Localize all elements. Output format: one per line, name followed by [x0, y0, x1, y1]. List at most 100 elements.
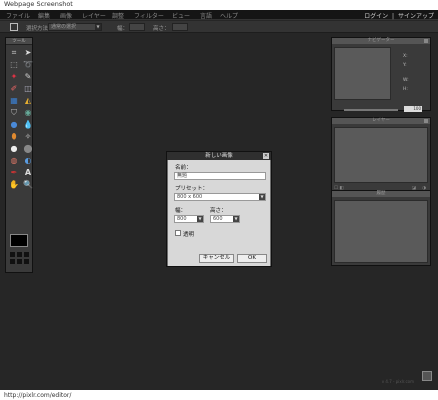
layers-title: レイヤー [332, 118, 430, 124]
dodge-icon[interactable]: ● [8, 143, 20, 154]
account-separator: | [392, 13, 395, 20]
width-input[interactable] [129, 23, 145, 31]
height-value: 600 [213, 216, 223, 222]
w-label: W: [403, 78, 409, 83]
history-list[interactable] [334, 200, 428, 263]
height-input[interactable] [172, 23, 188, 31]
quick-tools [10, 252, 29, 264]
account-links: ログイン | サインアップ [362, 11, 434, 20]
footer-url: http://pixlr.com/editor/ [4, 392, 72, 399]
history-panel: 履歴 [331, 190, 431, 266]
layers-list[interactable] [334, 127, 428, 183]
panel-toggle-icon[interactable] [424, 119, 428, 123]
menu-view[interactable]: ビュー [172, 11, 190, 20]
dialog-body: 名前： 無題 プリセット： 800 x 600 ▼ 幅： 800 ▼ 高さ： 6… [168, 160, 270, 266]
layers-panel: レイヤー ☐ ◧ ◪ ◑ [331, 117, 431, 193]
new-image-dialog: 新しい画像 ✕ 名前： 無題 プリセット： 800 x 600 ▼ 幅： 800… [166, 151, 272, 267]
fullscreen-icon[interactable] [422, 371, 432, 381]
menu-edit[interactable]: 編集 [38, 11, 50, 20]
crop-icon[interactable]: ⌗ [8, 47, 20, 58]
selection-mode-select[interactable]: 通常の選択 ▼ [48, 23, 102, 31]
transparent-checkbox[interactable] [175, 230, 181, 236]
name-input[interactable]: 無題 [174, 172, 266, 180]
chevron-down-icon: ▼ [197, 216, 203, 222]
preset-value: 800 x 600 [177, 194, 203, 200]
pinch-icon[interactable]: ◐ [22, 155, 34, 166]
menu-layer[interactable]: レイヤー [82, 11, 106, 20]
menu-image[interactable]: 画像 [60, 11, 72, 20]
bucket-icon[interactable]: ◭ [22, 95, 34, 106]
cancel-button[interactable]: キャンセル [199, 254, 234, 263]
dialog-title-text: 新しい画像 [205, 153, 233, 159]
preset-select[interactable]: 800 x 600 ▼ [174, 193, 266, 201]
eraser-icon[interactable]: ◫ [22, 83, 34, 94]
panel-toggle-icon[interactable] [424, 39, 428, 43]
drop-icon[interactable]: 💧 [22, 119, 34, 130]
height-label: 高さ： [153, 26, 170, 32]
selection-mode-value: 通常の選択 [51, 24, 77, 30]
width-label: 幅： [117, 26, 129, 32]
height-select[interactable]: 600 ▼ [210, 215, 240, 223]
ok-button[interactable]: OK [237, 254, 267, 263]
gradient-icon[interactable]: ▦ [8, 95, 20, 106]
editor-app: ファイル 編集 画像 レイヤー 調整 フィルター ビュー 言語 ヘルプ ログイン… [0, 10, 438, 390]
layers-title-text: レイヤー [372, 118, 390, 123]
bloat-icon[interactable]: ◍ [8, 155, 20, 166]
caption: Webpage Screenshot [4, 0, 73, 8]
menu-bar: ファイル 編集 画像 レイヤー 調整 フィルター ビュー 言語 ヘルプ ログイン… [0, 10, 438, 20]
color-replace-icon[interactable]: ✧ [22, 131, 34, 142]
options-bar: 選択方法 通常の選択 ▼ 幅： 高さ： [0, 21, 438, 33]
signup-link[interactable]: サインアップ [398, 13, 434, 20]
menu-help[interactable]: ヘルプ [220, 11, 238, 20]
chevron-down-icon: ▼ [233, 216, 239, 222]
quick-tool[interactable] [10, 252, 15, 257]
color-swatch[interactable] [10, 234, 28, 247]
chevron-down-icon: ▼ [95, 24, 101, 30]
chevron-down-icon: ▼ [259, 194, 265, 200]
move-icon[interactable]: ➤ [22, 47, 34, 58]
preset-label: プリセット： [175, 186, 209, 192]
quick-tool[interactable] [10, 259, 15, 264]
toolbox: ツール ⌗ ➤ ⬚ ➰ ✦ ✎ ✐ ◫ ▦ ◭ ⛉ ◉ ● 💧 ⬮ ✧ ● ⬤ … [5, 37, 33, 273]
brush-icon[interactable]: ✐ [8, 83, 20, 94]
pencil-icon[interactable]: ✎ [22, 71, 34, 82]
burn-icon[interactable]: ⬤ [22, 143, 34, 154]
lasso-icon[interactable]: ➰ [22, 59, 34, 70]
eyedropper-icon[interactable]: ✒ [8, 167, 20, 178]
transparent-label: 透明 [183, 232, 195, 238]
login-link[interactable]: ログイン [364, 13, 388, 20]
marquee-icon[interactable]: ⬚ [8, 59, 20, 70]
history-title-text: 履歴 [376, 191, 386, 196]
menu-adjustment[interactable]: 調整 [112, 11, 124, 20]
marquee-tool-icon[interactable] [10, 23, 18, 31]
navigator-coords: X: Y: W: H: [403, 52, 409, 94]
zoom-value[interactable]: 100 [404, 106, 422, 112]
menu-file[interactable]: ファイル [6, 11, 30, 20]
tool-grid: ⌗ ➤ ⬚ ➰ ✦ ✎ ✐ ◫ ▦ ◭ ⛉ ◉ ● 💧 ⬮ ✧ ● ⬤ ◍ ◐ … [6, 45, 34, 192]
x-label: X: [403, 54, 408, 59]
clone-stamp-icon[interactable]: ⛉ [8, 107, 20, 118]
width-value: 800 [177, 216, 187, 222]
quick-tool[interactable] [17, 259, 22, 264]
blur-icon[interactable]: ● [8, 119, 20, 130]
wand-icon[interactable]: ✦ [8, 71, 20, 82]
sponge-icon[interactable]: ⬮ [8, 131, 20, 142]
zoom-icon[interactable]: 🔍 [22, 179, 34, 190]
dialog-title: 新しい画像 ✕ [167, 152, 271, 160]
history-title: 履歴 [332, 191, 430, 197]
zoom-slider[interactable] [344, 109, 398, 111]
close-icon[interactable]: ✕ [263, 153, 269, 159]
text-tool-icon[interactable]: A [22, 167, 34, 178]
menu-filter[interactable]: フィルター [134, 11, 164, 20]
quick-tool[interactable] [24, 259, 29, 264]
quick-tool[interactable] [24, 252, 29, 257]
navigator-title-text: ナビゲーター [367, 38, 395, 43]
width-select[interactable]: 800 ▼ [174, 215, 204, 223]
menu-language[interactable]: 言語 [200, 11, 212, 20]
height-label: 高さ： [210, 208, 227, 214]
h-label: H: [403, 87, 408, 92]
hand-icon[interactable]: ✋ [8, 179, 20, 190]
quick-tool[interactable] [17, 252, 22, 257]
navigator-preview[interactable] [334, 47, 391, 100]
red-eye-icon[interactable]: ◉ [22, 107, 34, 118]
